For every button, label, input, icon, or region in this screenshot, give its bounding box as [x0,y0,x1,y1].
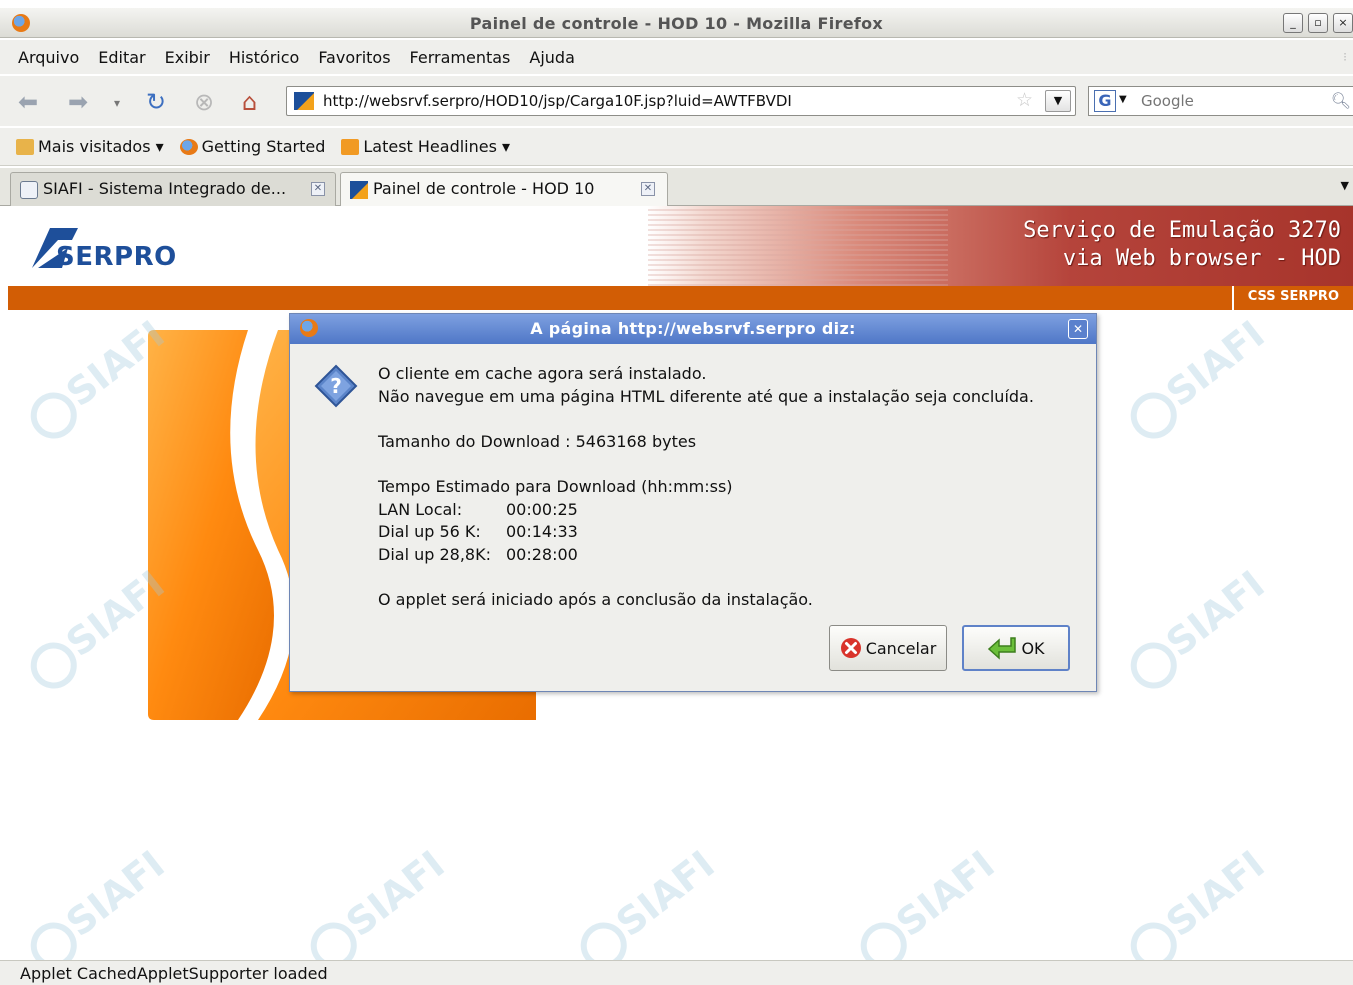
time-label: Dial up 28,8K: [378,545,491,564]
url-bar[interactable]: http://websrvf.serpro/HOD10/jsp/Carga10F… [286,86,1076,116]
time-value: 00:00:25 [506,500,578,519]
dialog-title-bar: A página http://websrvf.serpro diz: ✕ [290,314,1096,344]
time-label: LAN Local: [378,500,463,519]
menu-arquivo[interactable]: Arquivo [18,48,79,67]
rss-icon [341,138,360,155]
close-tab-icon[interactable]: ✕ [311,182,325,196]
tab-list-icon[interactable]: ▼ [1341,179,1349,192]
siafi-watermark: SIAFI [850,842,1005,960]
menu-editar[interactable]: Editar [98,48,145,67]
page-header: SERPRO Serviço de Emulação 3270 via Web … [8,206,1353,286]
tab-painel-de-controle[interactable]: Painel de controle - HOD 10 ✕ [340,172,668,207]
search-icon[interactable]: 🔍︎ [1331,91,1351,110]
minimize-button[interactable]: _ [1283,13,1303,33]
menu-ajuda[interactable]: Ajuda [529,48,575,67]
time-row-lan: LAN Local: 00:00:25 [378,500,578,519]
search-input[interactable] [1141,90,1321,112]
dialog-title: A página http://websrvf.serpro diz: [530,319,856,338]
history-dropdown-icon[interactable]: ▾ [114,96,120,110]
dialog-message-line1: O cliente em cache agora será instalado. [378,364,707,383]
banner-pattern [648,206,948,286]
menu-favoritos[interactable]: Favoritos [318,48,390,67]
engine-dropdown-icon[interactable]: ▼ [1119,94,1127,105]
window-title-bar: Painel de controle - HOD 10 - Mozilla Fi… [0,8,1353,38]
ok-button[interactable]: OK [962,625,1070,671]
close-window-button[interactable]: × [1333,13,1353,33]
download-size: Tamanho do Download : 5463168 bytes [378,432,697,451]
google-engine-icon[interactable]: G [1094,90,1116,112]
siafi-watermark: SIAFI [1120,562,1275,697]
forward-icon[interactable]: ➡ [68,88,88,116]
back-icon[interactable]: ⬅ [18,88,38,116]
time-value: 00:28:00 [506,545,578,564]
toolbar-grip-icon: ⁝ [1343,50,1347,64]
bookmark-latest-headlines[interactable]: Latest Headlines ▾ [341,137,510,156]
menu-bar: Arquivo Editar Exibir Histórico Favorito… [0,40,1353,74]
siafi-watermark: SIAFI [570,842,725,960]
navigation-toolbar: ⬅ ➡ ▾ ↻ ⊗ ⌂ http://websrvf.serpro/HOD10/… [0,76,1353,126]
site-favicon-icon [350,181,368,199]
url-dropdown-icon[interactable]: ▼ [1045,90,1071,112]
bookmarks-toolbar: Mais visitados ▾ Getting Started Latest … [0,128,1353,166]
dialog-footer-text: O applet será iniciado após a conclusão … [378,590,813,609]
tab-strip: SIAFI - Sistema Integrado de... ✕ Painel… [0,168,1353,207]
siafi-watermark: SIAFI [20,842,175,960]
search-bar: G ▼ 🔍︎ [1088,86,1353,116]
cancel-button-label: Cancelar [865,638,937,658]
tab-siafi[interactable]: SIAFI - Sistema Integrado de... ✕ [10,172,336,206]
firefox-icon [179,138,198,155]
hod-banner: Serviço de Emulação 3270 via Web browser… [648,206,1353,286]
enter-arrow-icon [988,637,1017,660]
url-text: http://websrvf.serpro/HOD10/jsp/Carga10F… [323,92,792,110]
banner-title-line2: via Web browser - HOD [1062,246,1341,271]
ok-button-label: OK [1021,638,1045,658]
time-row-dialup28: Dial up 28,8K: 00:28:00 [378,545,578,564]
site-favicon-icon [294,92,314,110]
time-row-dialup56: Dial up 56 K: 00:14:33 [378,522,578,541]
question-icon: ? [314,364,358,408]
home-icon[interactable]: ⌂ [242,88,257,116]
menu-exibir[interactable]: Exibir [165,48,210,67]
status-bar: Applet CachedAppletSupporter loaded [0,960,1353,985]
time-label: Dial up 56 K: [378,522,481,541]
time-header: Tempo Estimado para Download (hh:mm:ss) [378,477,733,496]
folder-icon [16,138,34,155]
bookmark-mais-visitados[interactable]: Mais visitados ▾ [16,137,164,156]
window-title: Painel de controle - HOD 10 - Mozilla Fi… [469,14,884,33]
menu-historico[interactable]: Histórico [229,48,299,67]
menu-ferramentas[interactable]: Ferramentas [410,48,511,67]
svg-text:?: ? [330,374,342,398]
cancel-icon [840,638,861,658]
time-value: 00:14:33 [506,522,578,541]
orange-nav-bar: CSS SERPRO [8,286,1353,310]
confirm-dialog: A página http://websrvf.serpro diz: ✕ ? … [289,313,1097,692]
dialog-close-button[interactable]: ✕ [1068,319,1088,339]
maximize-button[interactable]: ▫ [1308,13,1328,33]
cancel-button[interactable]: Cancelar [829,625,947,671]
serpro-logo-text: SERPRO [56,242,177,272]
dialog-message-line2: Não navegue em uma página HTML diferente… [378,387,1034,406]
siafi-watermark: SIAFI [300,842,455,960]
siafi-watermark: SIAFI [1120,842,1275,960]
page-icon [20,181,38,199]
bookmark-getting-started[interactable]: Getting Started [179,137,325,156]
banner-title-line1: Serviço de Emulação 3270 [1023,218,1341,243]
reload-icon[interactable]: ↻ [146,88,166,116]
css-serpro-label: CSS SERPRO [1231,286,1353,310]
stop-icon[interactable]: ⊗ [194,88,214,116]
bookmark-star-icon[interactable]: ☆ [1016,89,1033,111]
siafi-watermark: SIAFI [1120,312,1275,447]
close-tab-icon[interactable]: ✕ [641,182,655,196]
